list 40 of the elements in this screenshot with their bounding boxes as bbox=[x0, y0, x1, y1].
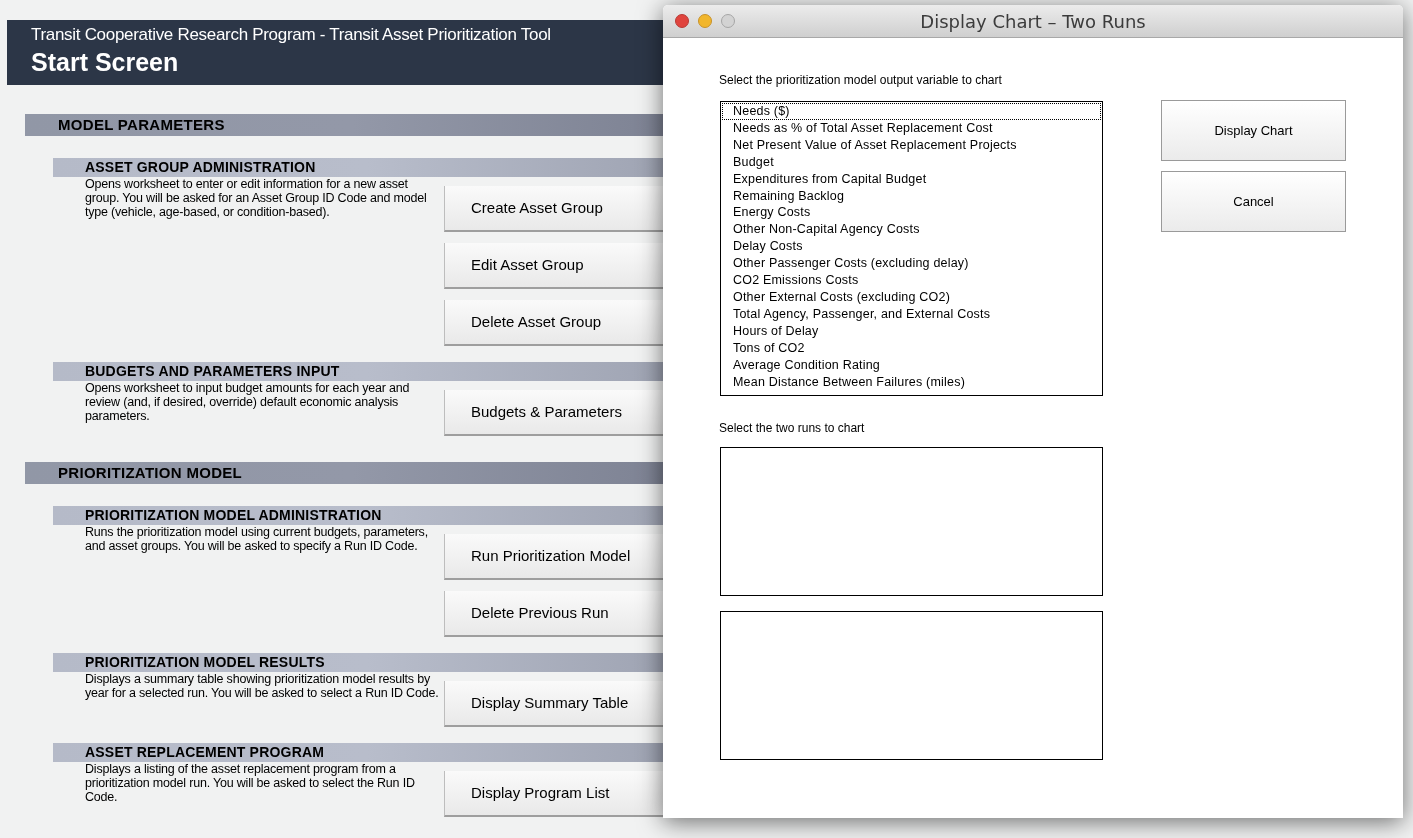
group-title: PRIORITIZATION MODEL RESULTS bbox=[85, 653, 325, 672]
list-label: Select the prioritization model output variable to chart bbox=[719, 74, 1003, 87]
group-description: Runs the prioritization model using current budgets, parameters, and asset groups. You will be asked to specify a Run ID Code. bbox=[85, 525, 429, 553]
app-subtitle: Transit Cooperative Research Program - Transit Asset Prioritization Tool bbox=[31, 24, 551, 46]
dialog-button[interactable]: Cancel bbox=[1161, 171, 1346, 232]
group-title: ASSET GROUP ADMINISTRATION bbox=[85, 158, 316, 177]
group-description: Opens worksheet to enter or edit information for a new asset group. You will be asked for an Asset Group ID Code and model type (vehicle, age-based, or condition-based). bbox=[85, 177, 428, 219]
list-item[interactable]: Expenditures from Capital Budget bbox=[722, 170, 1101, 188]
group-title: PRIORITIZATION MODEL ADMINISTRATION bbox=[85, 506, 382, 525]
close-icon[interactable] bbox=[675, 14, 689, 28]
list-item[interactable]: Hours of Delay bbox=[722, 322, 1101, 340]
group-description: Displays a listing of the asset replacement program from a prioritization model run. You will be asked to select the Run ID Code. bbox=[85, 762, 416, 804]
list-item[interactable]: Other External Costs (excluding CO2) bbox=[722, 288, 1101, 306]
group-description: Opens worksheet to input budget amounts for each year and review (and, if desired, override) default economic analysis parameters. bbox=[85, 381, 411, 423]
list-item[interactable]: Remaining Backlog bbox=[722, 187, 1101, 205]
group-description: Displays a summary table showing prioritization model results by year for a selected run. You will be asked to select a Run ID Code. bbox=[85, 672, 440, 700]
section-title: PRIORITIZATION MODEL bbox=[58, 462, 243, 483]
minimize-icon[interactable] bbox=[698, 14, 712, 28]
section-title: MODEL PARAMETERS bbox=[58, 114, 225, 135]
group-title: ASSET REPLACEMENT PROGRAM bbox=[85, 743, 325, 762]
list-item[interactable]: Total Agency, Passenger, and External Costs bbox=[722, 305, 1101, 323]
list-item[interactable]: Needs ($) bbox=[722, 103, 1101, 120]
screen-title: Start Screen bbox=[31, 47, 179, 78]
runs-label: Select the two runs to chart bbox=[719, 421, 865, 435]
list-item[interactable]: Tons of CO2 bbox=[722, 339, 1101, 357]
variable-list[interactable] bbox=[720, 101, 1103, 396]
list-item[interactable]: Average Condition Rating bbox=[722, 356, 1101, 374]
zoom-icon[interactable] bbox=[721, 14, 735, 28]
list-item[interactable]: Energy Costs bbox=[722, 204, 1101, 222]
dialog-title: Display Chart – Two Runs bbox=[920, 9, 1146, 34]
list-item[interactable]: Mean Distance Between Failures (miles) bbox=[722, 373, 1101, 391]
list-item[interactable]: Delay Costs bbox=[722, 238, 1101, 256]
list-item[interactable]: Net Present Value of Asset Replacement Projects bbox=[722, 136, 1101, 154]
list-item[interactable]: Other Passenger Costs (excluding delay) bbox=[722, 255, 1101, 273]
list-item[interactable]: Other Non-Capital Agency Costs bbox=[722, 221, 1101, 239]
dialog-button[interactable]: Display Chart bbox=[1161, 100, 1346, 161]
group-title: BUDGETS AND PARAMETERS INPUT bbox=[85, 362, 340, 381]
list-item[interactable]: Budget bbox=[722, 153, 1101, 171]
list-item[interactable]: Needs as % of Total Asset Replacement Cost bbox=[722, 119, 1101, 137]
list-item[interactable]: CO2 Emissions Costs bbox=[722, 272, 1101, 289]
